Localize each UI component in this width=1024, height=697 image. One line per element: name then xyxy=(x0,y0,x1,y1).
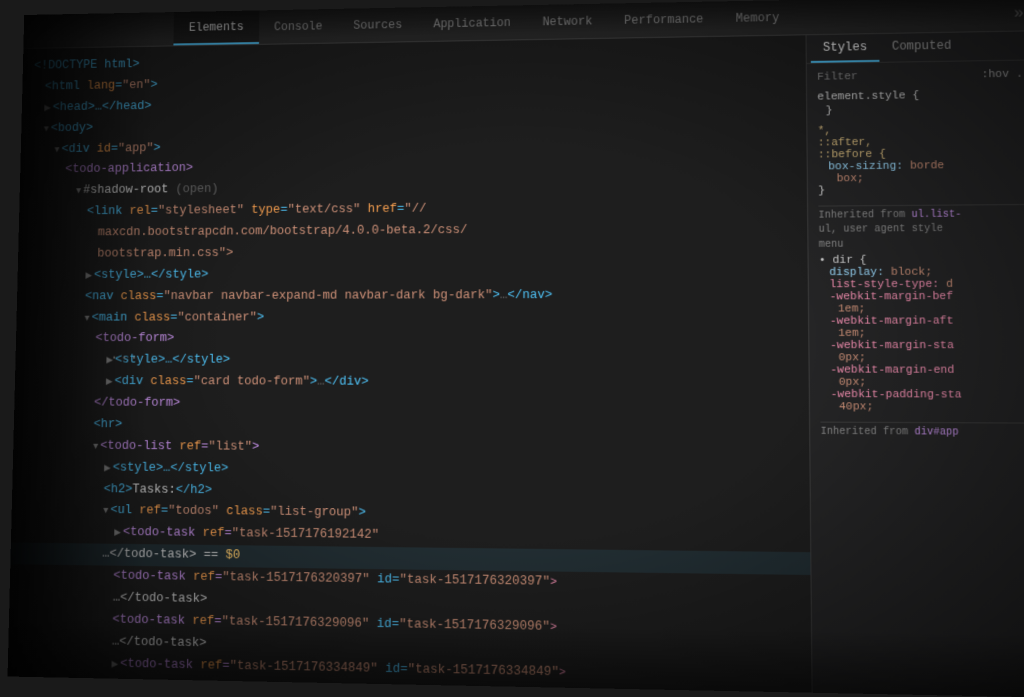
webkit-margin-bef: -webkit-margin-bef xyxy=(819,291,1024,304)
element-style-close: } xyxy=(817,103,1023,118)
tab-elements[interactable]: Elements xyxy=(173,10,259,45)
inherited-source-2: div#app xyxy=(914,427,958,439)
ul-toggle[interactable] xyxy=(103,506,108,516)
style3-toggle[interactable] xyxy=(104,463,111,473)
webkit-margin-end: -webkit-margin-end xyxy=(820,364,1024,377)
webkit-margin-aft: -webkit-margin-aft xyxy=(819,315,1024,327)
tab-performance[interactable]: Performance xyxy=(608,1,719,37)
style2-collapsed[interactable]: <style>…</style> xyxy=(27,350,797,373)
right-section: » xyxy=(1013,0,1024,32)
webkit-0px-1: 0px; xyxy=(820,352,1024,364)
task4-toggle[interactable] xyxy=(111,659,118,669)
todo-form-open: <todo-form> xyxy=(27,328,796,350)
tab-memory[interactable]: Memory xyxy=(719,0,795,36)
universal-close: } xyxy=(818,184,1024,198)
tab-styles[interactable]: Styles xyxy=(811,34,880,63)
todo-list-toggle[interactable] xyxy=(93,442,98,452)
filter-label: Filter xyxy=(817,71,858,84)
element-style-rule: element.style { } xyxy=(817,89,1023,118)
style-collapsed[interactable]: <style>…</style> xyxy=(29,262,796,287)
display-prop: display: block; xyxy=(819,266,1024,279)
dom-panel: ··· <!DOCTYPE html> <html lang="en"> <he… xyxy=(8,35,812,692)
task1-toggle[interactable] xyxy=(114,528,121,538)
styles-panel: Styles Computed Filter :hov . element.st… xyxy=(805,31,1024,697)
inherited-menu: menu xyxy=(819,239,1024,251)
main-content: ··· <!DOCTYPE html> <html lang="en"> <he… xyxy=(8,31,1024,697)
styles-tab-row: Styles Computed xyxy=(807,31,1024,64)
webkit-padding-sta: -webkit-padding-sta xyxy=(820,389,1024,402)
styles-content: Filter :hov . element.style { } *, ::aft… xyxy=(807,60,1024,697)
nav-line: <nav class="navbar navbar-expand-md navb… xyxy=(28,284,796,308)
list-style-prop: list-style-type: d xyxy=(819,278,1024,291)
dir-selector: • dir { xyxy=(819,254,1024,267)
universal-rule: *, ::after, ::before { box-sizing: borde… xyxy=(818,123,1024,198)
div-app-toggle[interactable] xyxy=(54,145,59,155)
tab-console[interactable]: Console xyxy=(259,9,339,44)
inherited-label: Inherited from ul.list- xyxy=(818,204,1024,222)
left-edge-dots: ··· xyxy=(110,347,140,371)
webkit-40px: 40px; xyxy=(820,401,1024,414)
inherited-label-2: Inherited from div#app xyxy=(820,422,1024,440)
more-tabs-icon[interactable]: » xyxy=(1014,4,1024,22)
todo-form-close: </todo-form> xyxy=(26,393,797,418)
webkit-0px-2: 0px; xyxy=(820,377,1024,390)
tab-sources[interactable]: Sources xyxy=(338,7,418,42)
tab-application[interactable]: Application xyxy=(418,5,527,41)
dir-rule: • dir { display: block; list-style-type:… xyxy=(819,254,1024,414)
inherited-agent: ul, user agent style xyxy=(819,223,1024,235)
webkit-margin-sta: -webkit-margin-sta xyxy=(820,340,1024,352)
main-toggle[interactable] xyxy=(84,313,89,323)
webkit-1em-1: 1em; xyxy=(819,303,1024,316)
style-toggle[interactable] xyxy=(85,271,92,281)
devtools-window: Elements Console Sources Application Net… xyxy=(8,0,1024,697)
body-toggle[interactable] xyxy=(44,124,49,134)
shadow-toggle[interactable] xyxy=(76,187,81,197)
card-div-toggle[interactable] xyxy=(106,377,113,387)
main-line: <main class="container"> xyxy=(28,306,796,329)
inherited-source: ul.list- xyxy=(911,210,961,221)
card-div-collapsed[interactable]: <div class="card todo-form">…</div> xyxy=(26,371,796,395)
tab-computed[interactable]: Computed xyxy=(879,33,964,62)
element-style-selector: element.style { xyxy=(817,89,1023,104)
filter-row: Filter :hov . xyxy=(817,69,1023,84)
head-toggle[interactable] xyxy=(44,103,51,113)
tab-network[interactable]: Network xyxy=(527,4,609,40)
webkit-1em-2: 1em; xyxy=(820,328,1024,340)
filter-pseudo: :hov . xyxy=(981,69,1023,82)
